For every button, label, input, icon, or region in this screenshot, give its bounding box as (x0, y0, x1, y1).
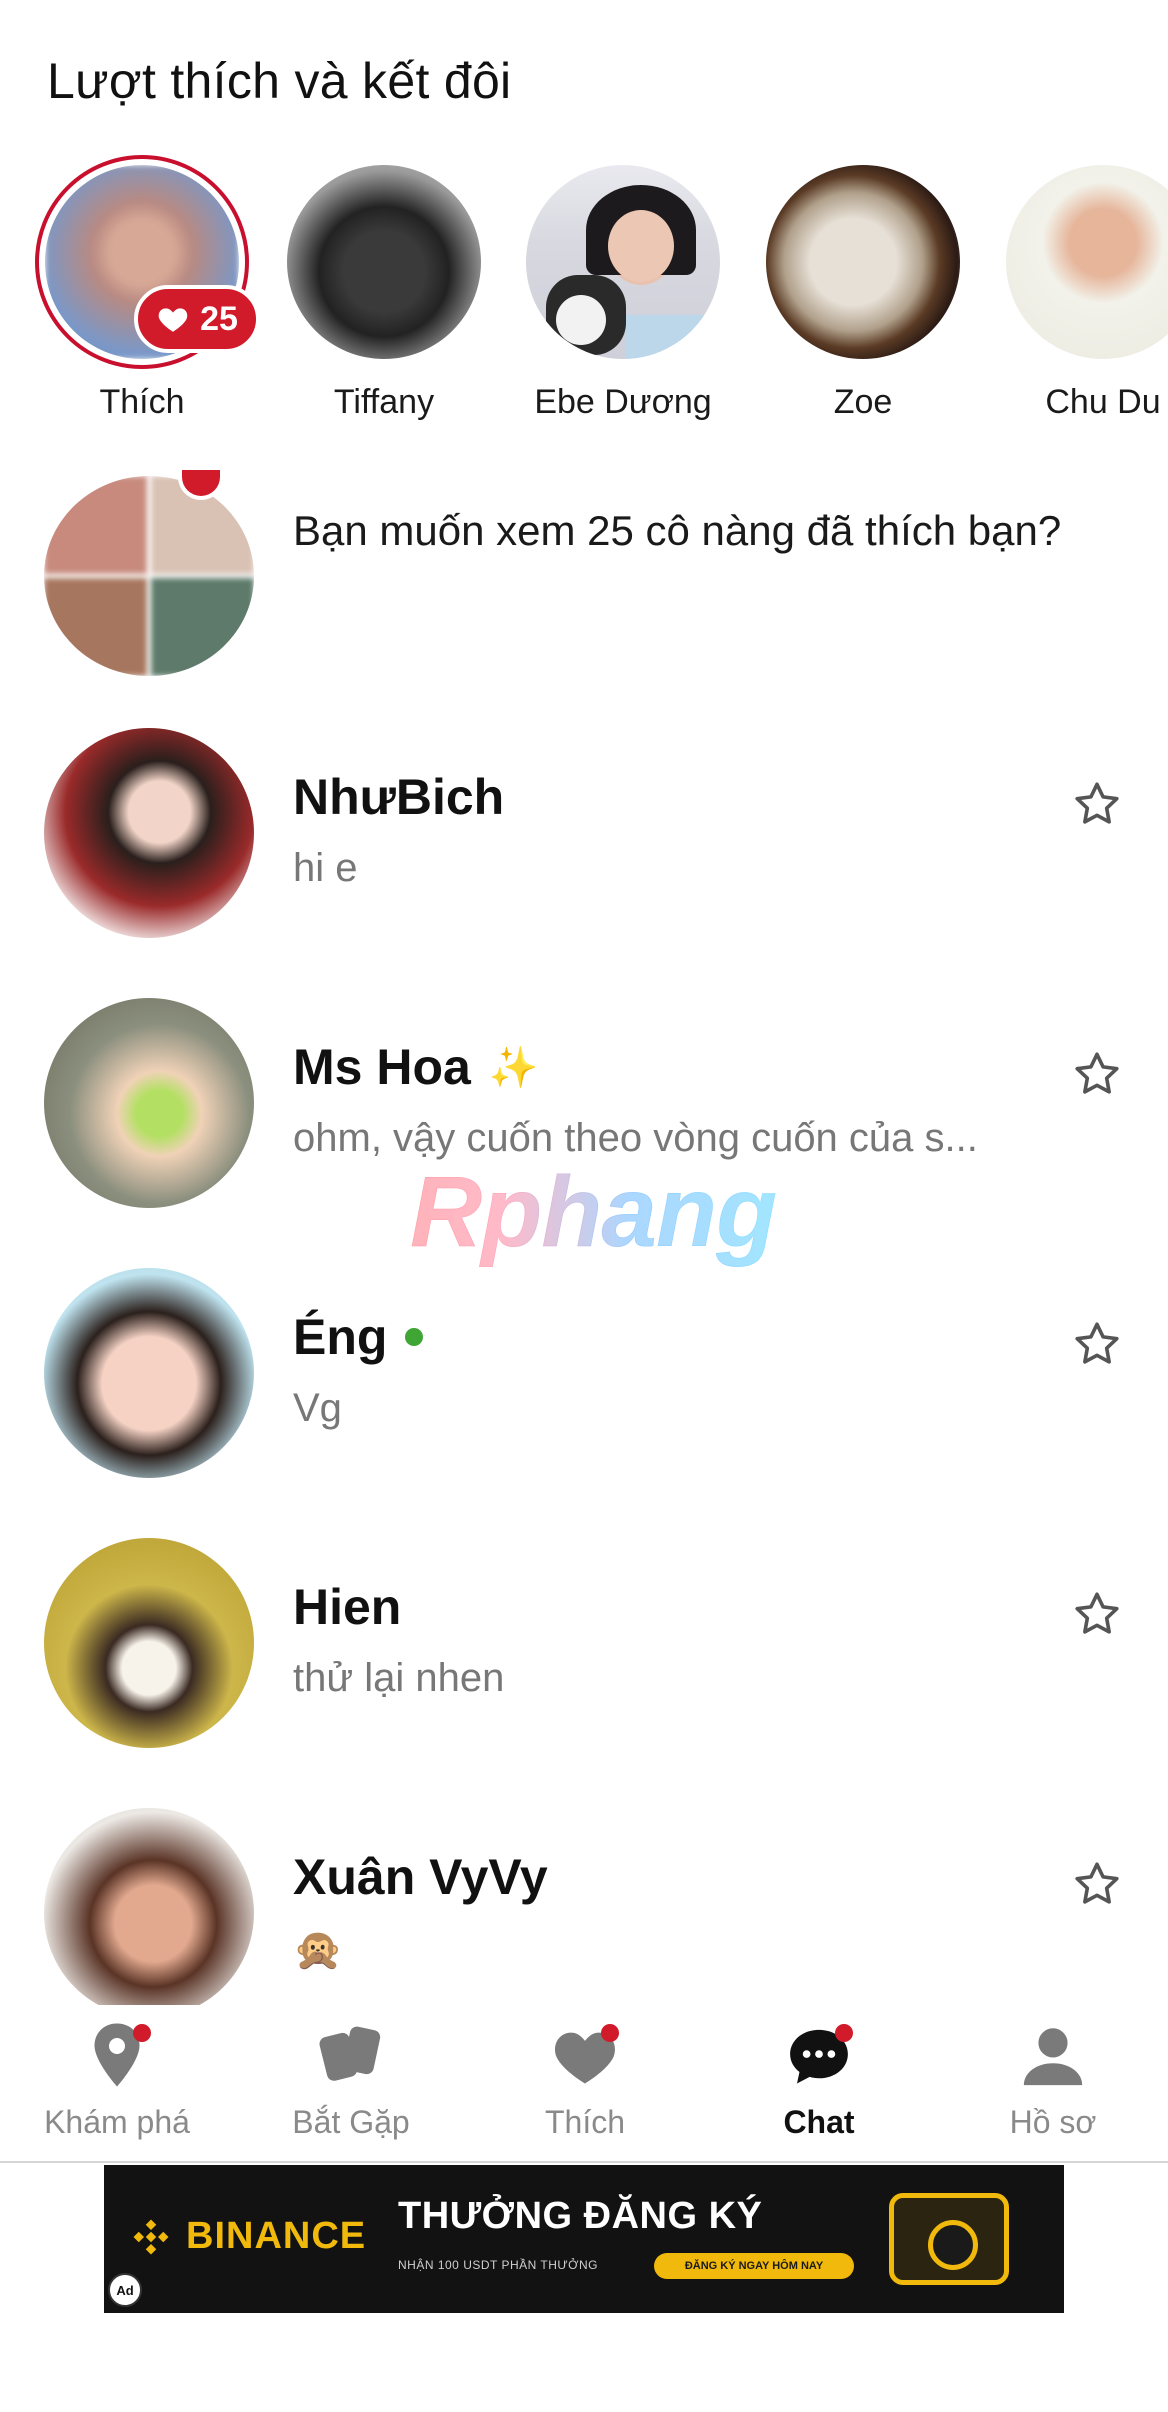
avatar (44, 1268, 254, 1478)
bottom-nav: Khám phá Bắt Gặp Thích Chat Hồ sơ (0, 2005, 1168, 2163)
nav-label: Bắt Gặp (292, 2104, 410, 2140)
notification-dot (835, 2024, 853, 2042)
blurred-likes-collage (44, 476, 254, 676)
match-name: Ebe Dương (534, 383, 712, 421)
star-icon[interactable] (1068, 1316, 1126, 1374)
ad-choices-icon[interactable]: Ad (108, 2273, 142, 2307)
chat-last-message: thử lại nhen (293, 1656, 505, 1700)
online-status-dot (405, 1328, 424, 1346)
nav-profile[interactable]: Hồ sơ (936, 2005, 1168, 2163)
ad-brand: BINANCE (186, 2215, 367, 2257)
star-icon[interactable] (1068, 1586, 1126, 1644)
upsell-text: Bạn muốn xem 25 cô nàng đã thích bạn? (293, 507, 1062, 554)
person-icon (1013, 2020, 1093, 2092)
binance-diamond-icon (133, 2219, 169, 2254)
likes-count: 25 (200, 299, 238, 338)
avatar (44, 728, 254, 938)
chat-name: NhưBich (293, 769, 505, 825)
map-pin-icon (77, 2020, 157, 2092)
heart-icon (545, 2020, 625, 2092)
watermark: Rphang (410, 1156, 777, 1268)
notification-dot (601, 2024, 619, 2042)
star-icon[interactable] (1068, 776, 1126, 834)
nav-chat[interactable]: Chat (702, 2005, 936, 2163)
ad-headline: THƯỞNG ĐĂNG KÝ (398, 2195, 763, 2237)
chat-list-item[interactable]: Hien thử lại nhen (0, 1538, 1168, 1768)
chat-list-item[interactable]: Éng Vg (0, 1268, 1168, 1498)
avatar (526, 165, 720, 359)
chat-name: Éng (293, 1308, 424, 1366)
nav-label: Thích (544, 2104, 626, 2140)
nav-discover[interactable]: Khám phá (0, 2005, 234, 2163)
chat-last-message: Vg (293, 1386, 342, 1430)
chat-last-message: hi e (293, 846, 358, 890)
nav-encounters[interactable]: Bắt Gặp (234, 2005, 468, 2163)
nav-likes[interactable]: Thích (468, 2005, 702, 2163)
page-title: Lượt thích và kết đôi (47, 53, 512, 109)
match-name: Tiffany (333, 383, 435, 421)
ad-banner[interactable]: BINANCE THƯỞNG ĐĂNG KÝ NHẬN 100 USDT PHẦ… (104, 2165, 1064, 2313)
chat-name: Xuân VyVy (293, 1849, 548, 1905)
likes-count-badge: 25 (134, 285, 260, 353)
chat-name: Hien (293, 1579, 402, 1635)
avatar (44, 1538, 254, 1748)
avatar (766, 165, 960, 359)
chat-bubble-icon (779, 2020, 859, 2092)
binance-logo: BINANCE (130, 2215, 366, 2258)
cards-icon (311, 2020, 391, 2092)
chat-list-item[interactable]: Xuân VyVy 🙊 (0, 1808, 1168, 2038)
chat-last-message: 🙊 (293, 1928, 343, 1972)
ad-cta-button[interactable]: ĐĂNG KÝ NGAY HÔM NAY (654, 2253, 854, 2279)
chat-name: Ms Hoa ✨ (293, 1039, 539, 1095)
chat-screen: Lượt thích và kết đôi 25 Thích Tiffany E… (0, 0, 1168, 2412)
likes-matches-row[interactable]: 25 Thích Tiffany Ebe Dương Zoe Chu Du (0, 155, 1168, 435)
likes-upsell-row[interactable]: Bạn muốn xem 25 cô nàng đã thích bạn? (0, 470, 1168, 676)
wallet-graphic (889, 2193, 1009, 2285)
star-icon[interactable] (1068, 1856, 1126, 1914)
avatar (287, 165, 481, 359)
match-name: Zoe (833, 383, 893, 421)
nav-label: Hồ sơ (1009, 2104, 1097, 2140)
avatar (44, 998, 254, 1208)
match-name: Chu Du (1045, 383, 1161, 421)
star-icon[interactable] (1068, 1046, 1126, 1104)
nav-label: Khám phá (44, 2104, 190, 2140)
notification-dot (133, 2024, 151, 2042)
ad-subline: NHẬN 100 USDT PHẦN THƯỞNG (398, 2258, 598, 2272)
sparkle-icon: ✨ (488, 1045, 539, 1090)
heart-icon (158, 308, 188, 332)
avatar (44, 1808, 254, 2018)
chat-list-item[interactable]: NhưBich hi e (0, 728, 1168, 958)
avatar (1006, 165, 1168, 359)
nav-label: Chat (783, 2104, 855, 2140)
likes-label: Thích (99, 383, 185, 421)
